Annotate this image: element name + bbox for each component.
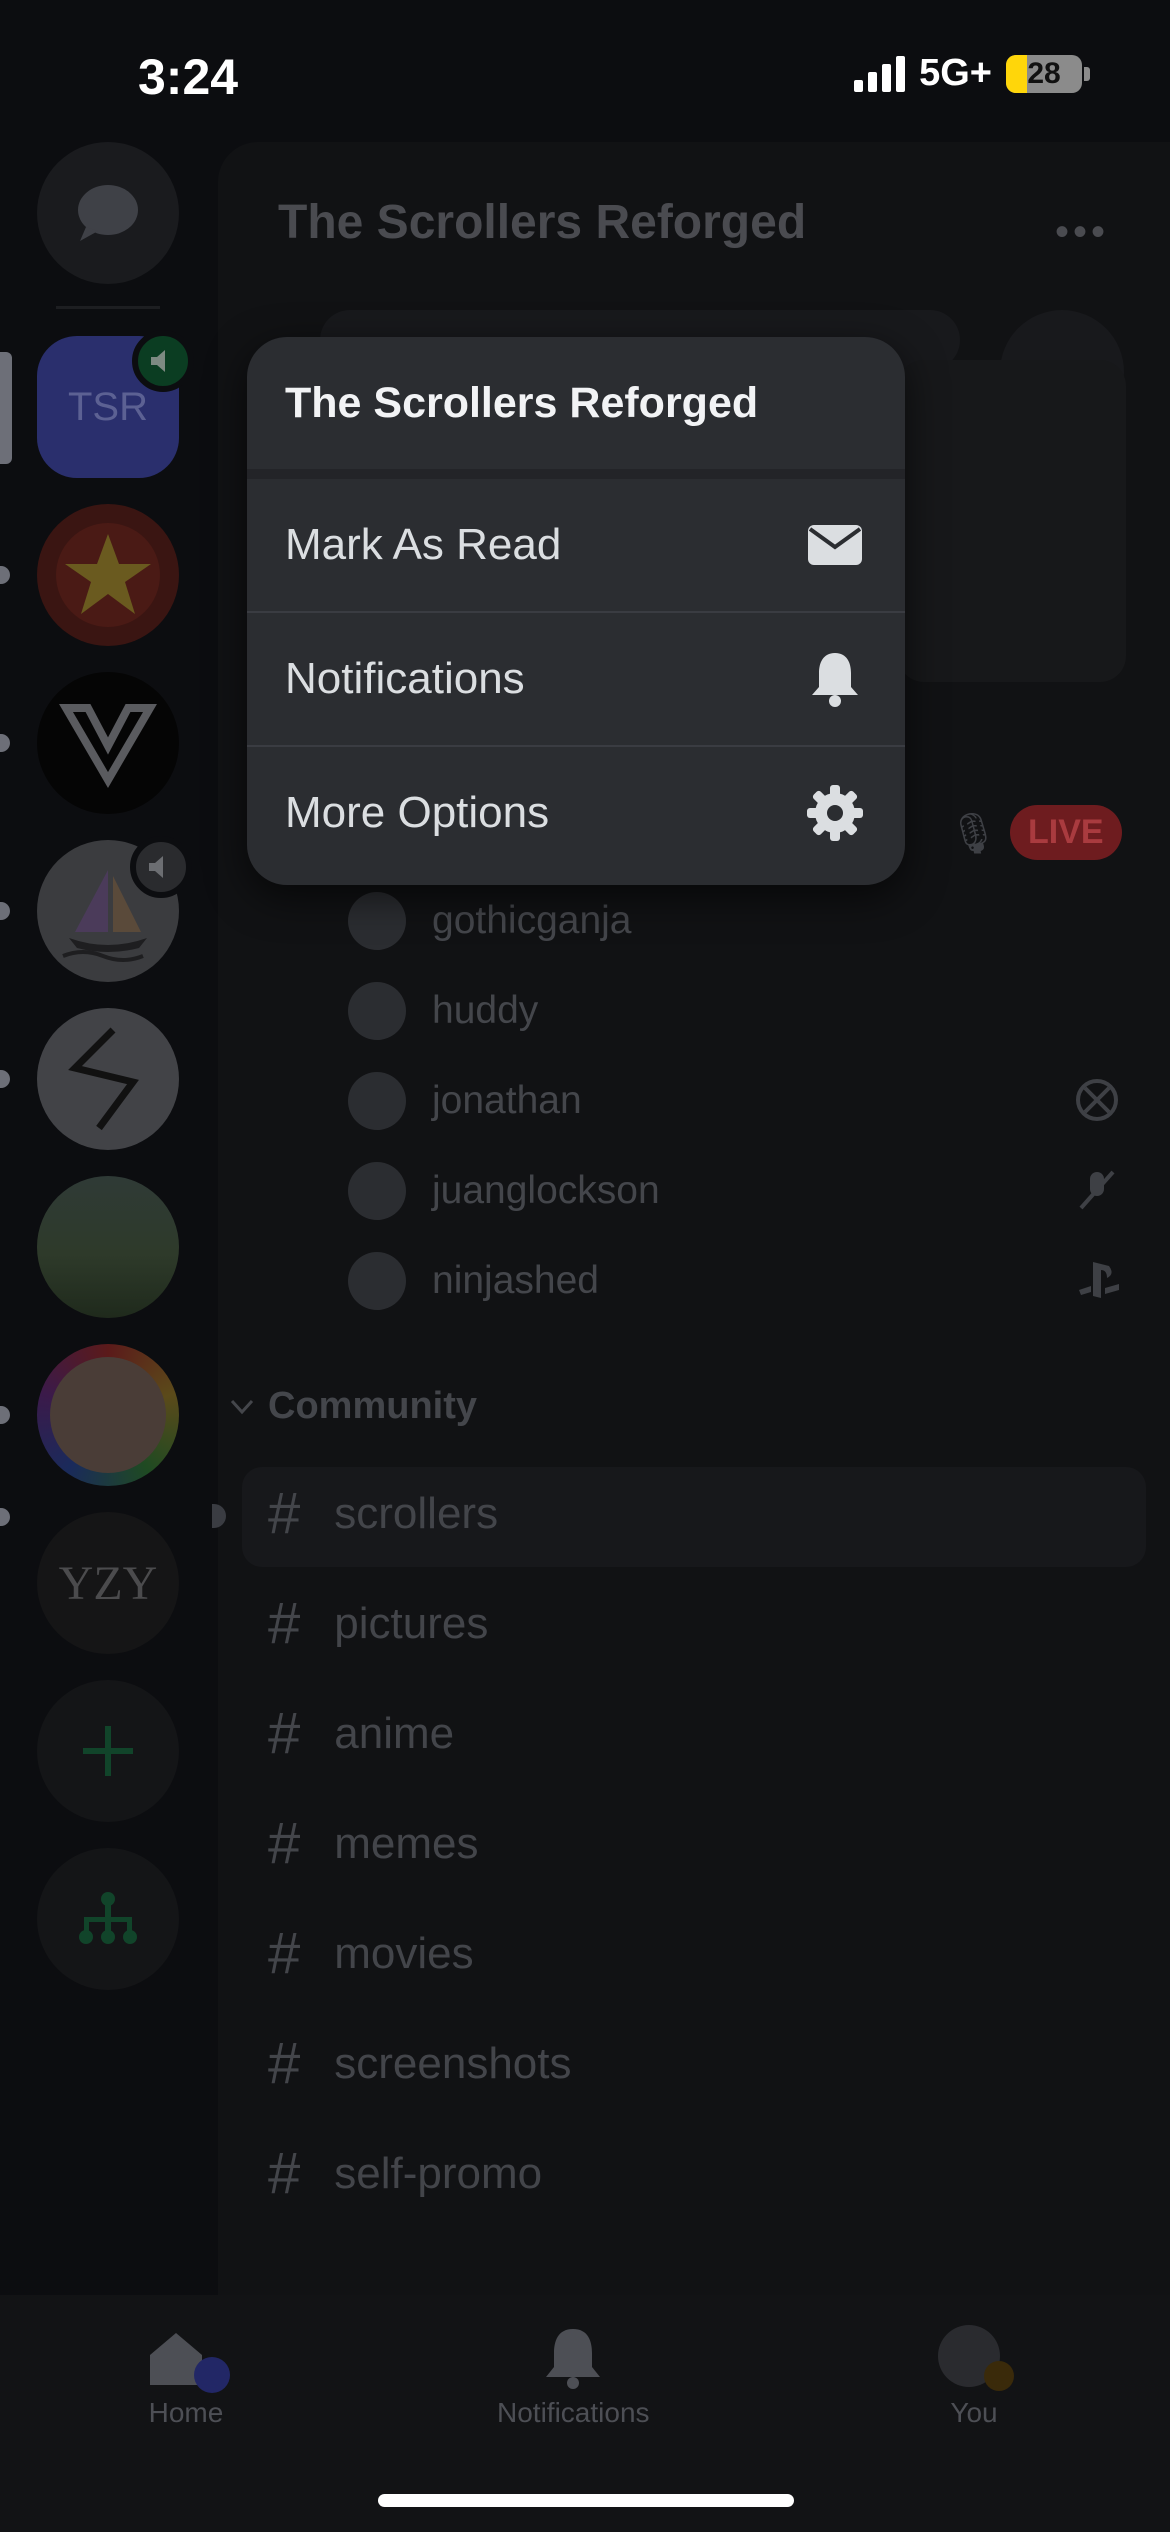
menu-item-label: Mark As Read <box>285 520 562 569</box>
server-yzy-label: YZY <box>58 1556 158 1610</box>
server-cows[interactable] <box>37 1176 179 1318</box>
chat-bubble-icon <box>78 185 138 241</box>
hash-icon: # <box>268 1701 301 1766</box>
channel-label: anime <box>334 1708 455 1758</box>
tab-notifications-label: Notifications <box>497 2397 650 2428</box>
discover-button[interactable] <box>37 1848 179 1990</box>
chevron-down-icon <box>230 1399 254 1414</box>
battery-icon: 28 <box>1006 54 1082 93</box>
avatar <box>938 2325 1014 2391</box>
rail-divider <box>56 306 160 309</box>
divider <box>247 469 905 479</box>
more-icon[interactable]: ••• <box>1055 210 1109 255</box>
channel-item[interactable]: # movies <box>268 1920 474 1987</box>
popup-title: The Scrollers Reforged <box>285 379 759 427</box>
live-badge: LIVE <box>1010 805 1122 860</box>
avatar <box>348 892 406 950</box>
unread-indicator <box>0 1508 10 1526</box>
home-icon <box>146 2325 230 2393</box>
plus-icon <box>83 1726 133 1776</box>
channel-label: movies <box>334 1928 474 1978</box>
avatar <box>348 1072 406 1130</box>
home-indicator <box>378 2494 794 2507</box>
server-bolt[interactable] <box>37 1008 179 1150</box>
direct-messages-button[interactable] <box>37 142 179 284</box>
tab-notifications[interactable]: Notifications <box>497 2325 650 2429</box>
voice-user[interactable]: huddy <box>348 982 538 1040</box>
channel-item[interactable]: # scrollers <box>268 1480 498 1547</box>
menu-item-label: Notifications <box>285 654 525 703</box>
status-indicators: 5G+ 28 <box>854 52 1090 95</box>
bell-icon <box>546 2329 601 2389</box>
unread-indicator <box>0 734 10 752</box>
server-rainbow[interactable] <box>37 1344 179 1486</box>
server-title[interactable]: The Scrollers Reforged <box>278 195 806 250</box>
stream-preview[interactable] <box>898 360 1126 682</box>
speaker-icon <box>130 836 192 898</box>
voice-user[interactable]: juanglockson <box>348 1162 660 1220</box>
server-context-menu: The Scrollers Reforged Mark As Read Noti… <box>247 337 905 885</box>
hash-icon: # <box>268 2141 301 2206</box>
channel-label: scrollers <box>334 1488 499 1538</box>
network-label: 5G+ <box>919 52 992 94</box>
notifications-button[interactable]: Notifications <box>247 613 905 745</box>
tab-you-label: You <box>950 2397 998 2428</box>
bell-icon <box>812 653 858 707</box>
channel-item[interactable]: # self-promo <box>268 2140 542 2207</box>
avatar <box>348 1252 406 1310</box>
gear-icon <box>807 785 863 841</box>
unread-indicator <box>0 902 10 920</box>
unread-indicator <box>0 1070 10 1088</box>
hash-icon: # <box>268 1921 301 1986</box>
hash-icon: # <box>268 1811 301 1876</box>
signal-icon <box>854 55 906 92</box>
playstation-icon <box>1075 1260 1123 1310</box>
unread-indicator <box>0 1406 10 1424</box>
menu-item-label: More Options <box>285 788 550 837</box>
selected-server-indicator <box>0 352 12 464</box>
speaker-icon <box>132 330 194 392</box>
hierarchy-icon <box>79 1892 137 1944</box>
channel-label: memes <box>334 1818 479 1868</box>
v-logo-icon <box>59 704 157 788</box>
server-yzy[interactable]: YZY <box>37 1512 179 1654</box>
tab-you[interactable]: You <box>938 2325 1014 2429</box>
zigzag-icon <box>68 1027 139 1131</box>
avatar <box>348 982 406 1040</box>
hash-icon: # <box>268 2031 301 2096</box>
envelope-icon <box>808 525 862 565</box>
unread-indicator <box>0 566 10 584</box>
mute-icon: 🎙 <box>948 812 999 856</box>
more-options-button[interactable]: More Options <box>247 747 905 879</box>
server-tsr-label: TSR <box>68 384 148 429</box>
hash-icon: # <box>268 1481 301 1546</box>
server-v[interactable] <box>37 672 179 814</box>
channel-item[interactable]: # pictures <box>268 1590 488 1657</box>
star-icon <box>56 523 160 627</box>
voice-user[interactable]: jonathan <box>348 1072 582 1130</box>
category-label: Community <box>268 1385 477 1427</box>
mark-as-read-button[interactable]: Mark As Read <box>247 479 905 611</box>
tab-home-label: Home <box>148 2397 224 2428</box>
channel-item[interactable]: # anime <box>268 1700 454 1767</box>
avatar <box>348 1162 406 1220</box>
hash-icon: # <box>268 1591 301 1656</box>
tab-home[interactable]: Home <box>146 2325 230 2429</box>
channel-label: screenshots <box>334 2038 572 2088</box>
server-star[interactable] <box>37 504 179 646</box>
channel-label: self-promo <box>334 2148 543 2198</box>
category-community[interactable]: Community <box>230 1385 477 1428</box>
status-time: 3:24 <box>138 49 239 105</box>
mic-muted-icon <box>1075 1168 1119 1222</box>
channel-item[interactable]: # memes <box>268 1810 479 1877</box>
channel-label: pictures <box>334 1598 489 1648</box>
xbox-icon <box>1075 1078 1119 1132</box>
voice-user[interactable]: gothicganja <box>348 892 632 950</box>
battery-level: 28 <box>1027 56 1061 90</box>
voice-user[interactable]: ninjashed <box>348 1252 599 1310</box>
channel-item[interactable]: # screenshots <box>268 2030 572 2097</box>
add-server-button[interactable] <box>37 1680 179 1822</box>
